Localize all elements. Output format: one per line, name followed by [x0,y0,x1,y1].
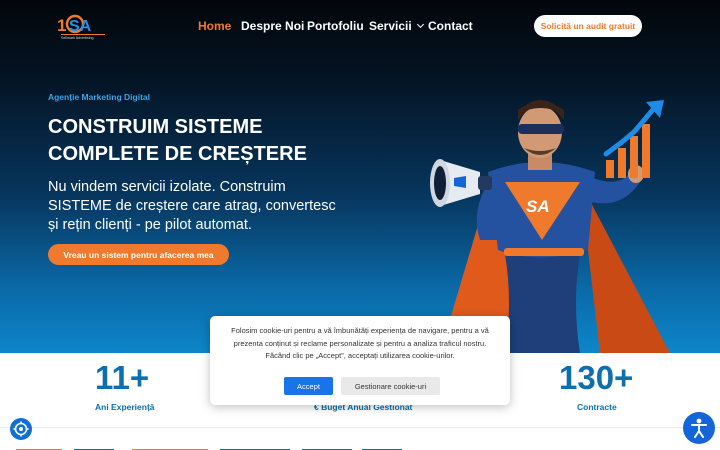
nav-contact-label: Contact [428,19,473,33]
accessibility-button[interactable] [683,412,715,444]
cookie-text: Folosim cookie-uri pentru a vă îmbunătăț… [231,326,489,360]
site-header: 1 SA Sellmark Advertising Home Despre No… [0,0,720,52]
cookie-manage-button[interactable]: Gestionare cookie-uri [341,377,440,395]
brand-logo[interactable]: 1 SA Sellmark Advertising [55,12,111,42]
nav-home-label: Home [198,19,232,33]
svg-text:1: 1 [57,16,66,35]
superhero-illustration: SA [430,100,670,353]
hero-eyebrow: Agenție Marketing Digital [48,92,151,102]
headline-line-1: CONSTRUIM SISTEME [48,116,263,138]
nav-despre-noi[interactable]: Despre Noi [241,19,304,33]
stat-contracts-value: 130+ [559,359,634,396]
nav-servicii[interactable]: Servicii [369,19,424,33]
nav-contact[interactable]: Contact [428,19,473,33]
headline-line-2: COMPLETE DE CREȘTERE [48,143,307,165]
section-divider [0,427,720,428]
growth-chart-icon [603,100,664,178]
logo-caption: Sellmark Advertising [61,36,94,40]
free-audit-button[interactable]: Solicită un audit gratuit [534,15,642,37]
nav-home[interactable]: Home [198,19,231,33]
stat-years-label: Ani Experiență [95,402,155,412]
stat-years-value: 11+ [95,359,150,396]
hero-headline: CONSTRUIM SISTEME COMPLETE DE CREȘTERE [48,114,378,168]
cookie-settings-button[interactable] [10,418,32,440]
logo-text: SA [69,18,92,35]
nav-despre-noi-label: Despre Noi [241,19,305,33]
chest-badge: SA [526,197,550,216]
hero-subline: Nu vindem servicii izolate. Construim SI… [48,179,336,233]
brand-logo-icon: 1 SA Sellmark Advertising [57,14,105,40]
cookie-accept-button[interactable]: Accept [284,377,333,395]
hero-cta-button[interactable]: Vreau un sistem pentru afacerea mea [48,244,229,265]
next-section-heading-peek [16,449,402,450]
hero-section: 1 SA Sellmark Advertising Home Despre No… [0,0,720,353]
chevron-down-icon [416,20,424,29]
accessibility-icon [691,418,707,438]
nav-portofoliu-label: Portofoliu [307,19,364,33]
stat-contracts-label: Contracte [577,402,617,412]
gear-icon [13,421,29,437]
nav-portofoliu[interactable]: Portofoliu [307,19,364,33]
cookie-banner: Folosim cookie-uri pentru a vă îmbunătăț… [210,316,510,405]
nav-servicii-label: Servicii [369,19,412,33]
